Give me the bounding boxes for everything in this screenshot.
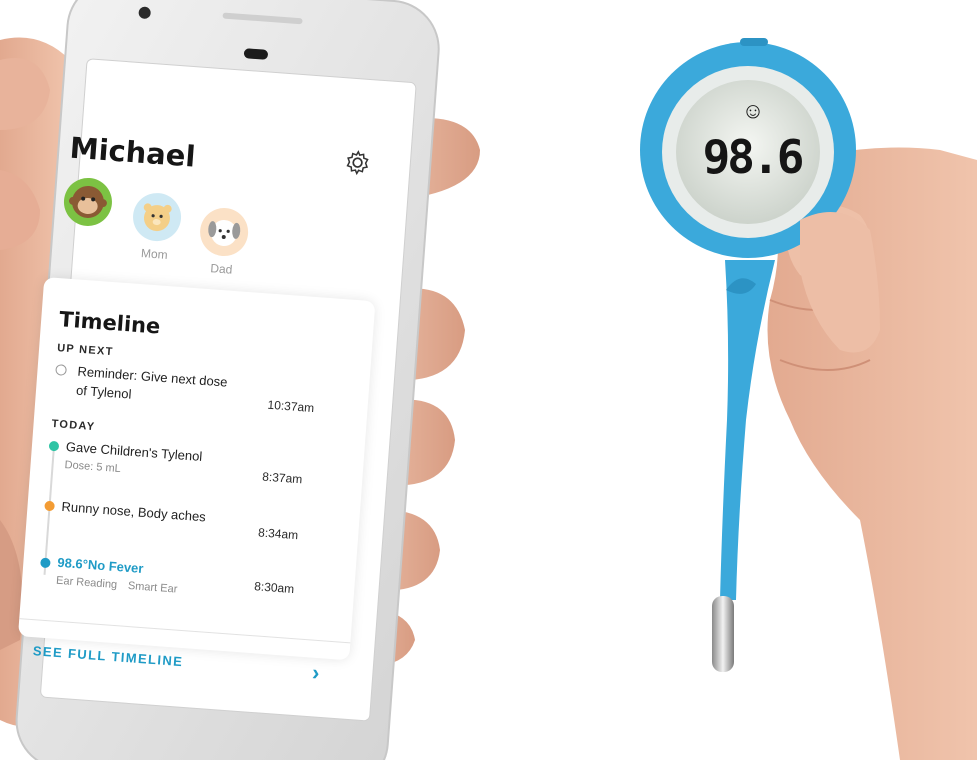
avatar-dad[interactable] — [198, 206, 250, 258]
lcd-display: ☺ 98.6 — [700, 98, 805, 196]
timeline-time-symptoms: 8:34am — [257, 525, 299, 543]
chevron-right-icon[interactable]: › — [311, 660, 320, 686]
see-full-timeline-link[interactable]: SEE FULL TIMELINE — [32, 643, 183, 669]
gear-icon[interactable] — [344, 149, 372, 177]
thermometer-button — [740, 38, 768, 46]
avatar-mom[interactable] — [131, 191, 183, 243]
sensor — [243, 48, 268, 60]
smiley-face-icon: ☺ — [741, 98, 765, 123]
app-screen: Michael Mom Dad Timeline UP NEXT Reminde… — [17, 64, 391, 716]
temperature-reading: 98.6 — [702, 130, 805, 184]
avatar-label-mom: Mom — [140, 246, 169, 262]
bear-icon — [143, 203, 172, 232]
thermometer-tip — [712, 596, 734, 672]
avatar-michael[interactable] — [62, 176, 114, 228]
profile-name: Michael — [68, 130, 197, 174]
timeline-time-fever: 8:30am — [253, 579, 295, 597]
avatar-label-dad: Dad — [209, 261, 233, 277]
monkey-icon — [68, 185, 107, 218]
dog-icon — [208, 220, 241, 247]
timeline-time-tylenol: 8:37am — [261, 469, 303, 487]
